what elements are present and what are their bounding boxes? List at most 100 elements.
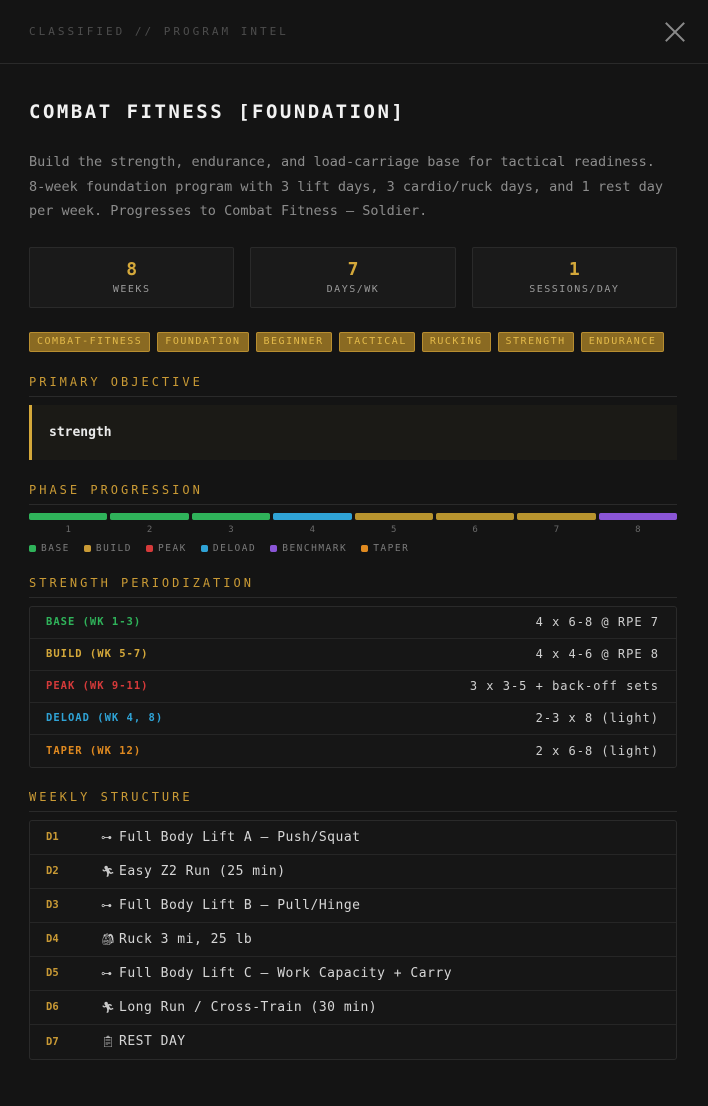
- week-day-row: D3 ⊶ Full Body Lift B — Pull/Hinge: [30, 889, 676, 923]
- program-description: Build the strength, endurance, and load-…: [29, 154, 663, 219]
- week-day-row: D1 ⊶ Full Body Lift A — Push/Squat: [30, 821, 676, 855]
- periodization-row: TAPER (WK 12) 2 x 6-8 (light): [30, 735, 676, 767]
- week-day-row: D6 🏃︎ Long Run / Cross-Train (30 min): [30, 991, 676, 1025]
- tag: COMBAT-FITNESS: [29, 331, 151, 352]
- week-day-row: D5 ⊶ Full Body Lift C — Work Capacity + Ca…: [30, 957, 676, 991]
- day-label: D7: [46, 1035, 59, 1048]
- legend-item-base: BASE: [29, 543, 70, 554]
- phase-bar: 1 2 3 4 5 6 7 8: [29, 512, 677, 535]
- phase-label: BUILD (WK 5-7): [46, 648, 149, 660]
- tag-label: COMBAT-FITNESS: [37, 335, 143, 347]
- tag: FOUNDATION: [157, 331, 249, 352]
- close-icon[interactable]: [664, 21, 686, 43]
- phase-prescription: 4 x 6-8 @ RPE 7: [535, 615, 659, 629]
- week-day-row: D2 🏃︎ Easy Z2 Run (25 min): [30, 855, 676, 889]
- phase-week-number: 3: [228, 524, 234, 535]
- legend-label: BUILD: [95, 542, 132, 554]
- phase-week: 5: [354, 512, 433, 535]
- legend-dot: [83, 544, 91, 552]
- periodization-table: BASE (WK 1-3) 4 x 6-8 @ RPE 7 BUILD (WK 5-…: [29, 605, 677, 768]
- legend-dot: [270, 544, 278, 552]
- phase-week: 1: [29, 512, 108, 535]
- stat-label: DAYS/WK: [326, 284, 380, 295]
- tag: BEGINNER: [255, 331, 332, 352]
- phase-fill-deload: [273, 512, 352, 520]
- program-content: COMBAT FITNESS [FOUNDATION] Build the st…: [0, 100, 708, 1060]
- day-label: D2: [46, 865, 59, 877]
- phase-week: 7: [517, 512, 596, 535]
- stat-sessions-per-day: 1 SESSIONS/DAY: [471, 246, 677, 308]
- phase-fill-build: [517, 512, 596, 520]
- dumbbell-icon: ⊶: [101, 898, 112, 912]
- legend-item-taper: TAPER: [361, 543, 409, 554]
- stat-days-per-week: 7 DAYS/WK: [250, 246, 456, 308]
- section-title: PHASE PROGRESSION: [29, 483, 677, 505]
- phase-legend: BASE BUILD PEAK DELOAD BENCHMARK TAPER: [29, 543, 677, 554]
- section-title: PRIMARY OBJECTIVE: [29, 375, 677, 397]
- runner-icon: 🏃︎: [101, 1000, 115, 1014]
- tag-label: RUCKING: [429, 335, 483, 347]
- stat-label: WEEKS: [112, 284, 151, 295]
- periodization-row: PEAK (WK 9-11) 3 x 3-5 + back-off sets: [30, 671, 676, 703]
- tag: RUCKING: [421, 331, 491, 352]
- periodization-row: BUILD (WK 5-7) 4 x 4-6 @ RPE 8: [30, 639, 676, 671]
- session-description: REST DAY: [119, 1034, 186, 1049]
- phase-fill-base: [110, 512, 189, 520]
- session-description: Ruck 3 mi, 25 lb: [119, 931, 253, 947]
- session-description: Long Run / Cross-Train (30 min): [119, 999, 378, 1015]
- phase-week-number: 6: [472, 524, 478, 535]
- phase-week: 4: [273, 512, 352, 535]
- legend-label: TAPER: [373, 542, 410, 554]
- phase-week: 6: [435, 512, 515, 535]
- tag: STRENGTH: [497, 331, 574, 352]
- phase-label: DELOAD (WK 4, 8): [46, 712, 164, 724]
- stat-value: 8: [126, 259, 138, 280]
- phase-fill-benchmark: [598, 512, 677, 520]
- phase-label: TAPER (WK 12): [46, 744, 142, 757]
- phase-prescription: 2 x 6-8 (light): [535, 743, 659, 758]
- top-bar: CLASSIFIED // PROGRAM INTEL: [0, 0, 708, 64]
- tag: ENDURANCE: [580, 331, 665, 352]
- tag-label: STRENGTH: [505, 335, 566, 347]
- day-label: D3: [46, 899, 59, 911]
- legend-label: BENCHMARK: [282, 542, 348, 554]
- phase-label: BASE (WK 1-3): [46, 616, 142, 628]
- objective-value: strength: [29, 404, 677, 460]
- session-description: Full Body Lift B — Pull/Hinge: [119, 897, 361, 913]
- stat-weeks: 8 WEEKS: [29, 246, 235, 308]
- stats-row: 8 WEEKS 7 DAYS/WK 1 SESSIONS/DAY: [29, 246, 677, 308]
- phase-fill-build: [354, 512, 433, 520]
- dumbbell-icon: ⊶: [101, 966, 112, 980]
- periodization-row: BASE (WK 1-3) 4 x 6-8 @ RPE 7: [30, 607, 676, 639]
- phase-week: 8: [598, 512, 677, 535]
- phase-week-number: 1: [65, 524, 71, 535]
- phase-week-number: 2: [146, 524, 153, 535]
- phase-week-number: 5: [390, 524, 397, 535]
- day-label: D6: [46, 1001, 59, 1013]
- day-label: D5: [46, 967, 59, 979]
- phase-prescription: 2-3 x 8 (light): [535, 711, 659, 725]
- runner-icon: 🏃︎: [101, 864, 115, 878]
- program-title: COMBAT FITNESS [FOUNDATION]: [29, 101, 406, 123]
- legend-dot: [200, 544, 208, 552]
- week-day-row: D7 📋︎ REST DAY: [30, 1025, 676, 1059]
- phase-fill-base: [29, 512, 108, 520]
- tag: TACTICAL: [338, 331, 415, 352]
- legend-item-benchmark: BENCHMARK: [270, 543, 347, 554]
- legend-label: BASE: [41, 542, 70, 554]
- weekly-section: WEEKLY STRUCTURE D1 ⊶ Full Body Lift A — P…: [29, 790, 677, 1060]
- tag-label: FOUNDATION: [165, 335, 241, 347]
- legend-label: DELOAD: [212, 542, 257, 554]
- phase-fill-build: [435, 512, 515, 520]
- week-day-row: D4 🎒︎ Ruck 3 mi, 25 lb: [30, 923, 676, 957]
- phase-section: PHASE PROGRESSION 1 2 3 4 5 6 7 8 BASE BUILD PEAK…: [29, 483, 677, 554]
- tag-label: TACTICAL: [346, 335, 407, 347]
- session-description: Full Body Lift C — Work Capacity + Carry: [119, 965, 453, 981]
- clipboard-icon: 📋︎: [101, 1035, 115, 1048]
- day-label: D1: [46, 831, 59, 843]
- classified-label: CLASSIFIED // PROGRAM INTEL: [29, 25, 289, 38]
- legend-dot: [361, 544, 369, 552]
- legend-item-deload: DELOAD: [200, 542, 257, 554]
- legend-item-peak: PEAK: [146, 543, 187, 554]
- day-label: D4: [46, 933, 59, 945]
